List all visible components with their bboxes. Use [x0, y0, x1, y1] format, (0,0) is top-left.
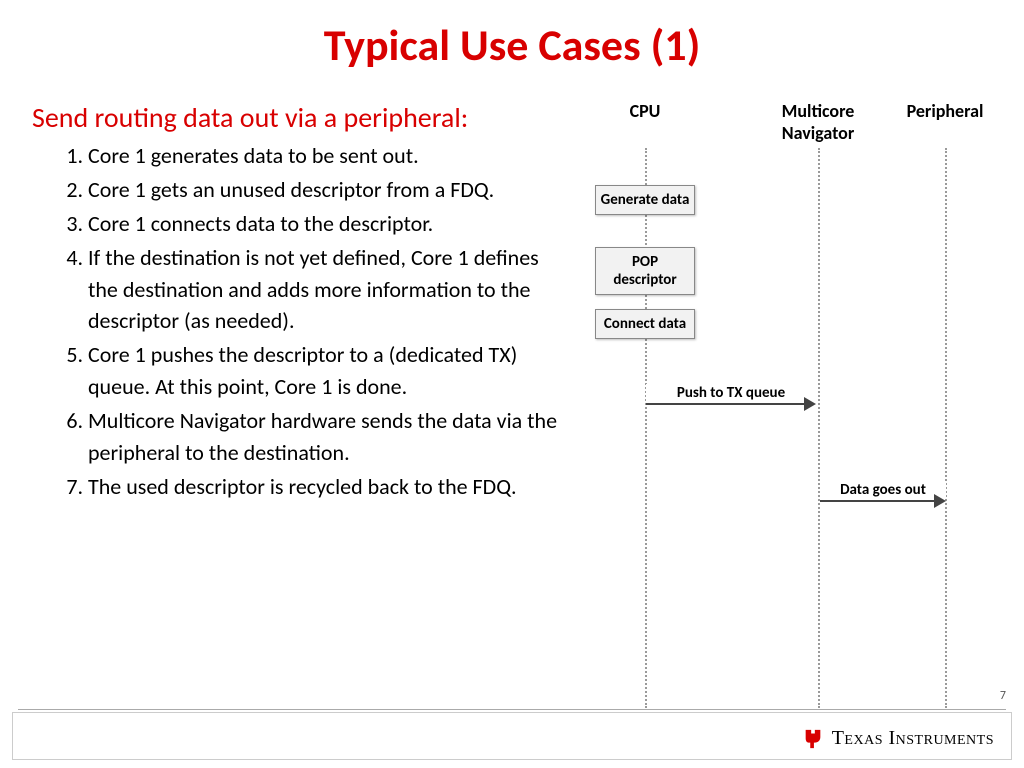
slide-subtitle: Send routing data out via a peripheral: [32, 100, 468, 135]
arrow-line [646, 403, 806, 405]
chip-icon [802, 728, 824, 750]
arrow-data-goes-out: Data goes out [820, 489, 946, 513]
lifeline-cpu [645, 148, 647, 708]
ti-logo: Texas Instruments [802, 727, 994, 750]
step-item: The used descriptor is recycled back to … [88, 471, 562, 503]
seq-header-cpu: CPU [610, 100, 680, 122]
step-item: Core 1 pushes the descriptor to a (dedic… [88, 339, 562, 403]
arrow-head-icon [934, 494, 946, 508]
arrow-head-icon [804, 397, 816, 411]
arrow-line [820, 500, 936, 502]
logo-text: Texas Instruments [832, 727, 994, 750]
slide: Typical Use Cases (1) Send routing data … [0, 0, 1024, 768]
page-number: 7 [1000, 689, 1006, 703]
lifeline-peripheral [945, 148, 947, 708]
step-item: If the destination is not yet defined, C… [88, 242, 562, 338]
step-box-connect-data: Connect data [595, 309, 695, 339]
steps-list: Core 1 generates data to be sent out. Co… [32, 140, 562, 505]
step-box-pop-descriptor: POP descriptor [595, 247, 695, 295]
slide-title: Typical Use Cases (1) [0, 18, 1024, 72]
step-box-generate-data: Generate data [595, 185, 695, 215]
seq-header-multicore-navigator: Multicore Navigator [768, 100, 868, 144]
seq-header-peripheral: Peripheral [895, 100, 995, 122]
footer-divider [18, 709, 1006, 710]
step-item: Core 1 generates data to be sent out. [88, 140, 562, 172]
arrow-push-tx-queue: Push to TX queue [646, 392, 816, 416]
step-item: Core 1 connects data to the descriptor. [88, 208, 562, 240]
step-item: Multicore Navigator hardware sends the d… [88, 405, 562, 469]
arrow-label: Data goes out [820, 481, 946, 499]
step-item: Core 1 gets an unused descriptor from a … [88, 174, 562, 206]
lifeline-multicore-navigator [818, 148, 820, 708]
arrow-label: Push to TX queue [646, 384, 816, 402]
